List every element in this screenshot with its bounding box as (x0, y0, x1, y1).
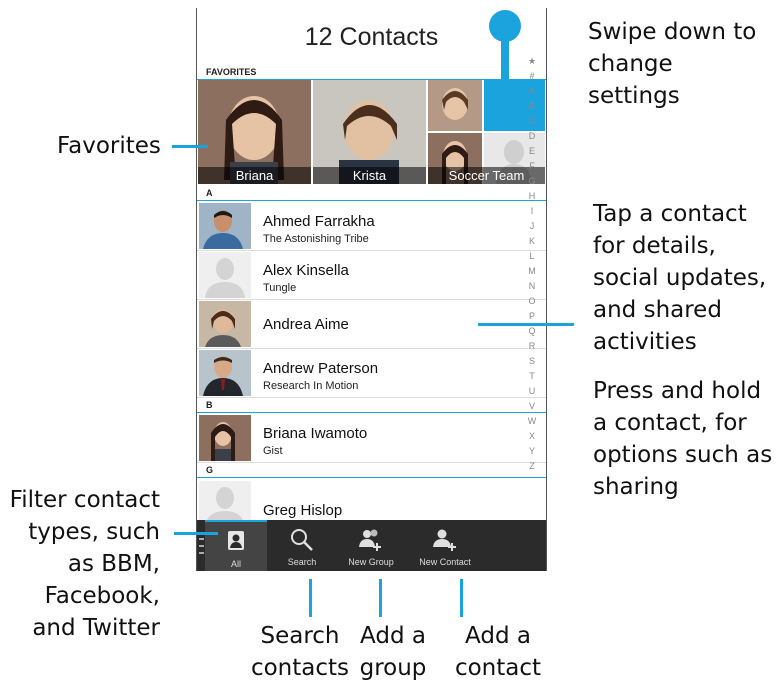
favorite-tile-krista[interactable]: Krista (313, 80, 426, 184)
index-letter[interactable]: W (523, 416, 541, 426)
callout-search: Search contacts (250, 623, 350, 681)
index-letter[interactable]: J (523, 221, 541, 231)
callout-line (379, 579, 382, 617)
index-letter[interactable]: N (523, 281, 541, 291)
divider (197, 477, 546, 478)
callout-tap-contact: Tap a contact for details, social update… (593, 201, 767, 355)
contact-name: Ahmed Farrakha (263, 213, 375, 230)
index-letter[interactable]: E (523, 146, 541, 156)
favorite-tile-briana[interactable]: Briana (198, 80, 311, 184)
section-header-g: G (206, 465, 214, 475)
contact-name: Andrew Paterson (263, 360, 379, 377)
callout-favorites: Favorites (57, 133, 161, 159)
callout-line (309, 579, 312, 617)
index-letter[interactable]: M (523, 266, 541, 276)
add-contact-icon (433, 529, 456, 551)
contact-card-icon (228, 531, 244, 550)
index-letter[interactable]: K (523, 236, 541, 246)
contact-photo (199, 415, 251, 461)
callout-add-group: Add a group (359, 623, 427, 681)
index-letter[interactable]: H (523, 191, 541, 201)
contact-row[interactable]: Ahmed Farrakha The Astonishing Tribe (197, 202, 546, 251)
contact-subtitle: Tungle (263, 282, 297, 294)
index-letter[interactable]: Y (523, 446, 541, 456)
callout-line (478, 323, 574, 326)
index-letter[interactable]: V (523, 401, 541, 411)
contact-name: Briana Iwamoto (263, 425, 368, 442)
contact-row[interactable]: Andrew Paterson Research In Motion (197, 349, 546, 398)
index-letter[interactable]: X (523, 431, 541, 441)
index-letter[interactable]: G (523, 176, 541, 186)
index-letter[interactable]: Z (523, 461, 541, 471)
index-letter[interactable]: I (523, 206, 541, 216)
section-header-a: A (206, 188, 213, 198)
section-header-b: B (206, 400, 213, 410)
bottom-toolbar: All Search New Group New Contact (197, 520, 546, 571)
contact-subtitle: The Astonishing Tribe (263, 233, 369, 245)
search-label: Search (287, 557, 317, 567)
index-letter[interactable]: P (523, 311, 541, 321)
overflow-handle[interactable] (199, 538, 204, 556)
index-letter[interactable]: S (523, 356, 541, 366)
contact-subtitle: Gist (263, 445, 283, 457)
callout-line (174, 532, 218, 535)
callout-filter: Filter contact types, such as BBM, Faceb… (9, 487, 160, 641)
contact-row[interactable]: Briana Iwamoto Gist (197, 414, 546, 463)
index-letter[interactable]: L (523, 251, 541, 261)
favorite-label: Krista (313, 167, 426, 184)
callout-line (460, 579, 463, 617)
add-group-icon (359, 529, 381, 551)
new-contact-button[interactable]: New Contact (407, 520, 483, 571)
divider (197, 412, 546, 413)
callout-line (172, 145, 208, 148)
contact-name: Alex Kinsella (263, 262, 349, 279)
contacts-screen: 12 Contacts FAVORITES Briana Krista Socc… (196, 8, 547, 571)
contact-subtitle: Research In Motion (263, 380, 359, 392)
contact-row[interactable]: Alex Kinsella Tungle (197, 251, 546, 300)
contact-photo (199, 350, 251, 396)
contact-photo (199, 301, 251, 347)
contact-name: Andrea Aime (263, 316, 349, 333)
new-group-button[interactable]: New Group (335, 520, 407, 571)
all-filter-button[interactable]: All (205, 520, 267, 571)
all-label: All (230, 559, 241, 569)
index-letter[interactable]: R (523, 341, 541, 351)
favorite-label: Briana (198, 167, 311, 184)
callout-press-hold: Press and hold a contact, for options su… (593, 378, 773, 500)
contact-name: Greg Hislop (263, 502, 343, 519)
callout-swipe: Swipe down to change settings (588, 19, 757, 109)
new-contact-label: New Contact (419, 557, 471, 567)
index-letter[interactable]: O (523, 296, 541, 306)
contact-photo (199, 203, 251, 249)
new-group-label: New Group (348, 557, 394, 567)
index-letter[interactable]: D (523, 131, 541, 141)
search-icon (291, 529, 313, 551)
search-button[interactable]: Search (269, 520, 335, 571)
index-letter[interactable]: F (523, 161, 541, 171)
index-letter[interactable]: Q (523, 326, 541, 336)
index-letter[interactable]: U (523, 386, 541, 396)
swipe-down-arrow-icon (484, 10, 526, 126)
divider (197, 200, 546, 201)
index-letter[interactable]: T (523, 371, 541, 381)
contact-photo-placeholder (199, 252, 251, 298)
callout-add-contact: Add a contact (454, 623, 542, 681)
